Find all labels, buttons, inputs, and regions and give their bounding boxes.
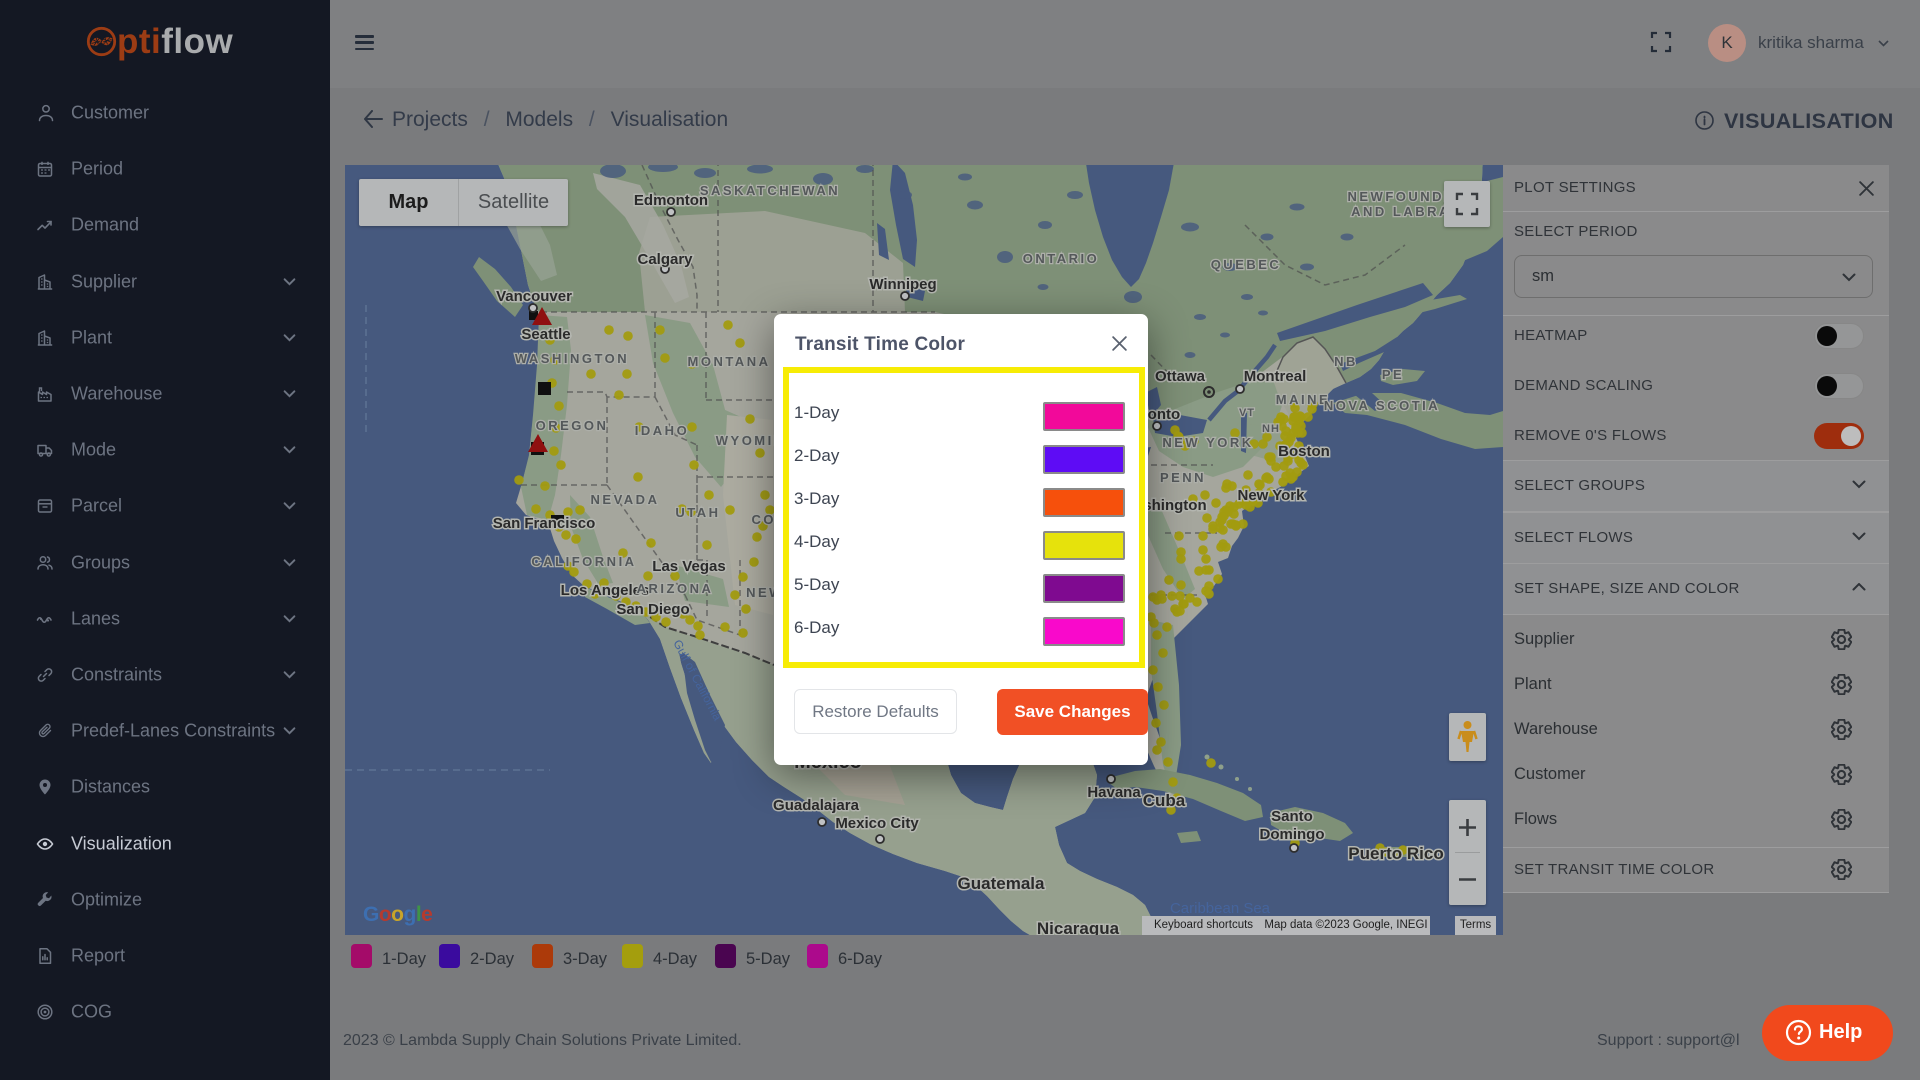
svg-text:New York: New York bbox=[1238, 487, 1306, 504]
svg-text:ONTARIO: ONTARIO bbox=[1023, 251, 1099, 266]
svg-text:Santo: Santo bbox=[1271, 808, 1313, 825]
svg-text:San Diego: San Diego bbox=[616, 601, 689, 618]
svg-text:NEVADA: NEVADA bbox=[591, 492, 660, 507]
svg-text:PENN: PENN bbox=[1160, 470, 1206, 485]
svg-text:San Francisco: San Francisco bbox=[493, 515, 596, 532]
svg-text:Winnipeg: Winnipeg bbox=[869, 276, 936, 293]
svg-text:Ottawa: Ottawa bbox=[1155, 368, 1206, 385]
svg-text:Boston: Boston bbox=[1278, 443, 1330, 460]
svg-text:NB: NB bbox=[1334, 354, 1358, 369]
svg-text:PE: PE bbox=[1382, 367, 1404, 382]
svg-text:Las Vegas: Las Vegas bbox=[652, 558, 725, 575]
svg-text:MONTANA: MONTANA bbox=[688, 354, 771, 369]
svg-text:Havana: Havana bbox=[1087, 784, 1141, 801]
svg-text:Nicaragua: Nicaragua bbox=[1037, 919, 1120, 935]
svg-text:NOVA SCOTIA: NOVA SCOTIA bbox=[1324, 398, 1440, 413]
svg-text:SASKATCHEWAN: SASKATCHEWAN bbox=[700, 183, 840, 198]
svg-text:Montreal: Montreal bbox=[1244, 368, 1307, 385]
svg-text:AND LABRA: AND LABRA bbox=[1351, 204, 1451, 219]
svg-text:Seattle: Seattle bbox=[521, 326, 570, 343]
svg-text:Domingo: Domingo bbox=[1260, 826, 1325, 843]
svg-text:Puerto Rico: Puerto Rico bbox=[1348, 844, 1443, 863]
svg-text:Calgary: Calgary bbox=[637, 251, 693, 268]
svg-text:Cuba: Cuba bbox=[1143, 791, 1186, 810]
svg-text:NH: NH bbox=[1262, 423, 1280, 435]
svg-text:Edmonton: Edmonton bbox=[634, 192, 708, 209]
svg-text:Guadalajara: Guadalajara bbox=[773, 797, 860, 814]
svg-text:Vancouver: Vancouver bbox=[496, 288, 572, 305]
svg-text:Guatemala: Guatemala bbox=[958, 874, 1045, 893]
svg-text:Caribbean Sea: Caribbean Sea bbox=[1170, 900, 1271, 917]
svg-text:QUEBEC: QUEBEC bbox=[1211, 257, 1282, 272]
svg-text:OREGON: OREGON bbox=[536, 418, 609, 433]
svg-text:VT: VT bbox=[1239, 407, 1255, 419]
svg-text:Mexico City: Mexico City bbox=[835, 815, 919, 832]
svg-text:ARIZONA: ARIZONA bbox=[637, 581, 714, 596]
svg-text:MAINE: MAINE bbox=[1276, 392, 1330, 407]
svg-text:CALIFORNIA: CALIFORNIA bbox=[531, 554, 636, 569]
svg-text:NEW YORK: NEW YORK bbox=[1162, 435, 1253, 450]
svg-text:NEWFOUNDL: NEWFOUNDL bbox=[1348, 189, 1455, 204]
svg-text:IDAHO: IDAHO bbox=[635, 423, 689, 438]
svg-text:UTAH: UTAH bbox=[675, 505, 720, 520]
svg-text:WASHINGTON: WASHINGTON bbox=[515, 351, 629, 366]
